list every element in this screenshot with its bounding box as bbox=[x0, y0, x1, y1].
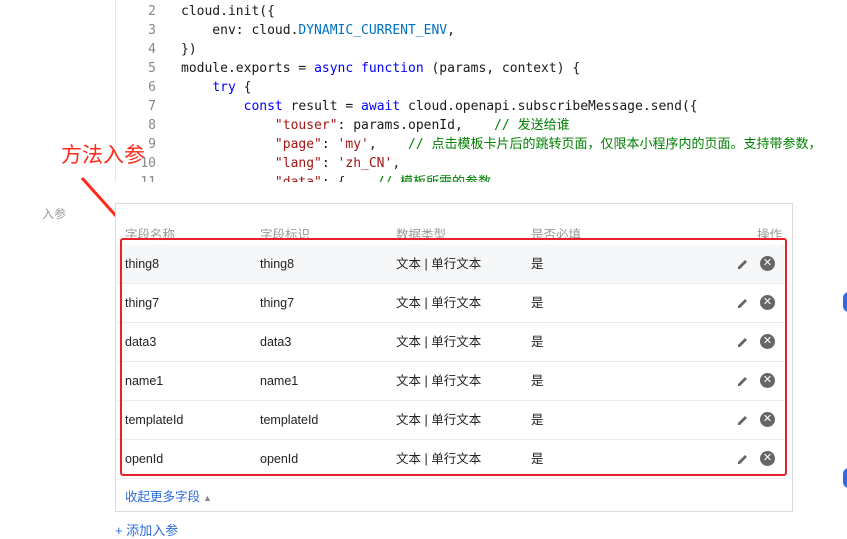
highlight-frame bbox=[120, 238, 787, 476]
collapse-label: 收起更多字段 bbox=[125, 490, 201, 504]
collapse-fields-link[interactable]: 收起更多字段 ▲ bbox=[125, 486, 212, 505]
add-param-button[interactable]: + 添加入参 bbox=[115, 520, 178, 539]
section-label: 入参 bbox=[42, 207, 67, 221]
side-handle[interactable] bbox=[843, 292, 847, 312]
side-handle-2[interactable] bbox=[843, 468, 847, 488]
annotation-label: 方法入参 bbox=[61, 143, 145, 167]
caret-up-icon: ▲ bbox=[203, 493, 212, 503]
